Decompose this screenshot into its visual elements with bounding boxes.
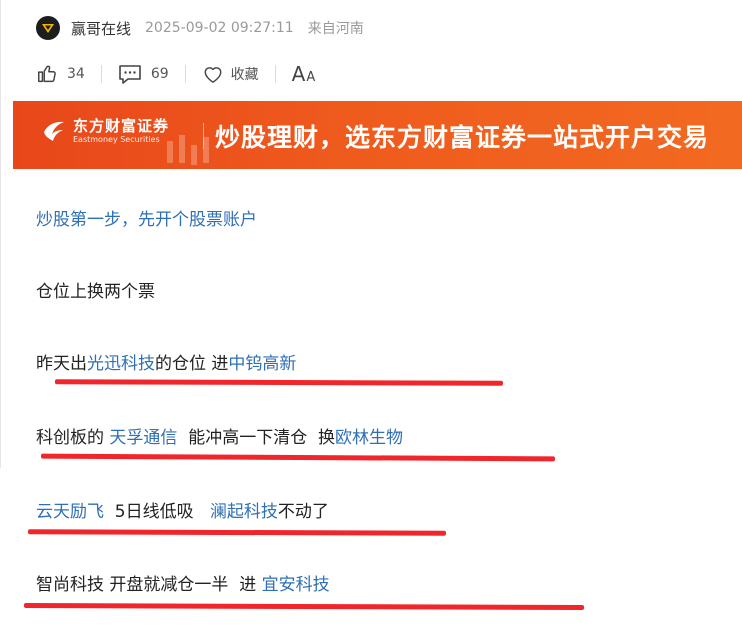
paragraph-4: 云天励飞 5日线低吸 澜起科技不动了 bbox=[36, 501, 329, 523]
banner-divider bbox=[203, 123, 204, 149]
stock-link[interactable]: 光迅科技 bbox=[87, 354, 155, 374]
eastmoney-logo-icon bbox=[44, 121, 64, 141]
stock-link[interactable]: 欧林生物 bbox=[335, 428, 403, 448]
favorite-button[interactable]: 收藏 bbox=[202, 64, 259, 84]
like-button[interactable]: 34 bbox=[36, 63, 85, 85]
comment-icon bbox=[119, 65, 141, 84]
text: 智尚科技 开盘就减仓一半 进 bbox=[36, 575, 262, 595]
divider bbox=[100, 65, 102, 83]
banner-brand-en: Eastmoney Securities bbox=[73, 135, 160, 144]
red-underline-annotation bbox=[40, 453, 556, 462]
text: 能冲高一下清仓 换 bbox=[177, 428, 336, 448]
avatar[interactable] bbox=[36, 16, 60, 40]
banner-brand-cn: 东方财富证券 bbox=[73, 117, 170, 135]
promo-link[interactable]: 炒股第一步，先开个股票账户 bbox=[36, 209, 257, 231]
font-size-small-glyph: A bbox=[306, 70, 316, 85]
ad-banner[interactable]: 东方财富证券 Eastmoney Securities 炒股理财，选东方财富证券… bbox=[13, 101, 742, 169]
red-underline-annotation bbox=[27, 529, 447, 536]
eastmoney-logo: 东方财富证券 Eastmoney Securities bbox=[41, 117, 169, 145]
stock-link[interactable]: 澜起科技 bbox=[210, 502, 278, 522]
heart-icon bbox=[204, 67, 222, 83]
thumbs-up-icon bbox=[38, 65, 56, 83]
post-time: 2025-09-02 09:27:11 bbox=[145, 20, 294, 36]
avatar-logo-icon bbox=[42, 24, 54, 33]
red-underline-annotation bbox=[23, 603, 585, 610]
text: 不动了 bbox=[277, 502, 329, 522]
author-header: 赢哥在线 2025-09-02 09:27:11 来自河南 bbox=[36, 14, 364, 42]
author-name[interactable]: 赢哥在线 bbox=[71, 18, 131, 39]
divider bbox=[274, 65, 276, 83]
paragraph-2: 昨天出光迅科技的仓位 进中钨高新 bbox=[36, 353, 296, 375]
comment-button[interactable]: 69 bbox=[118, 63, 169, 85]
text: 昨天出 bbox=[36, 354, 87, 374]
post-location: 来自河南 bbox=[307, 21, 364, 37]
stock-link[interactable]: 宜安科技 bbox=[262, 575, 330, 595]
action-bar: 34 69 收藏 A A bbox=[36, 60, 315, 88]
stock-link[interactable]: 云天励飞 bbox=[36, 502, 104, 522]
stock-link[interactable]: 中钨高新 bbox=[228, 354, 296, 374]
paragraph-1: 仓位上换两个票 bbox=[36, 282, 155, 302]
paragraph-3: 科创板的 天孚通信 能冲高一下清仓 换欧林生物 bbox=[36, 427, 403, 449]
divider bbox=[184, 65, 186, 83]
text: 5日线低吸 bbox=[104, 502, 210, 522]
candlestick-decoration-icon bbox=[167, 135, 209, 165]
comment-count: 69 bbox=[150, 66, 169, 82]
paragraph-5: 智尚科技 开盘就减仓一半 进 宜安科技 bbox=[36, 574, 330, 596]
font-size-large-glyph: A bbox=[291, 62, 306, 86]
red-underline-annotation bbox=[54, 379, 504, 386]
favorite-label: 收藏 bbox=[230, 67, 259, 83]
like-count: 34 bbox=[67, 66, 85, 82]
text: 的仓位 进 bbox=[155, 354, 229, 374]
stock-link[interactable]: 天孚通信 bbox=[109, 428, 177, 448]
font-size-button[interactable]: A A bbox=[292, 62, 316, 86]
left-border bbox=[0, 0, 1, 468]
banner-slogan: 炒股理财，选东方财富证券一站式开户交易 bbox=[215, 123, 710, 152]
text: 科创板的 bbox=[36, 428, 110, 448]
